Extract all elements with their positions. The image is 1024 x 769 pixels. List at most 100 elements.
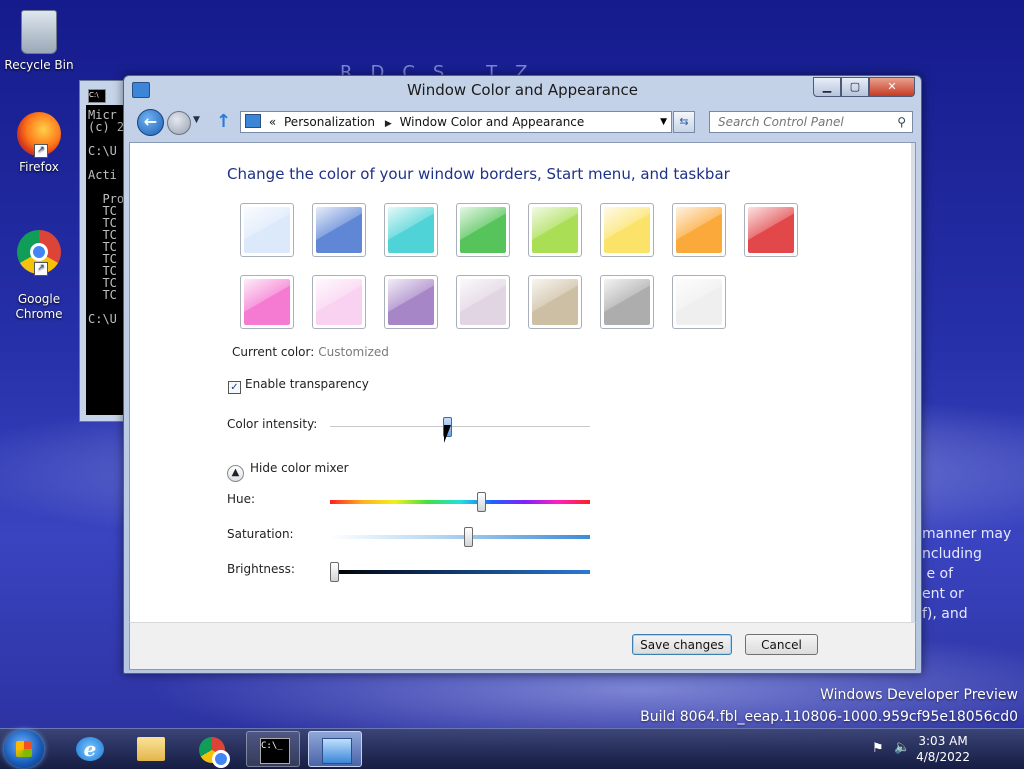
arrow-left-icon: ← [143, 112, 158, 131]
color-swatch-fill [676, 279, 722, 325]
back-button[interactable]: ← [137, 109, 164, 136]
window-title: Window Color and Appearance [407, 81, 638, 99]
color-swatch-lime[interactable] [528, 203, 582, 257]
color-swatch-sky[interactable] [240, 203, 294, 257]
saturation-slider-thumb[interactable] [463, 527, 473, 547]
checkbox-check-icon[interactable]: ✓ [228, 381, 241, 394]
chevron-down-icon[interactable]: ▼ [660, 112, 667, 132]
saturation-label: Saturation: [227, 527, 294, 541]
color-swatch-twilight[interactable] [312, 203, 366, 257]
forward-button[interactable] [167, 111, 191, 135]
recycle-bin-icon [17, 10, 61, 54]
hue-slider[interactable] [330, 492, 590, 512]
color-swatch-chocolate[interactable] [600, 275, 654, 329]
color-swatch-fill [748, 207, 794, 253]
color-swatch-fill [388, 279, 434, 325]
color-swatch-taupe[interactable] [528, 275, 582, 329]
search-box[interactable]: ⚲ [709, 111, 913, 133]
cancel-button[interactable]: Cancel [745, 634, 818, 655]
scrollbar[interactable] [911, 143, 915, 623]
control-panel-icon [322, 738, 352, 764]
color-swatch-fill [532, 279, 578, 325]
search-icon[interactable]: ⚲ [897, 112, 906, 132]
up-button[interactable]: ↑ [216, 111, 231, 132]
color-swatch-fill [676, 207, 722, 253]
clock-date: 4/8/2022 [916, 750, 970, 764]
breadcrumb-current[interactable]: Window Color and Appearance [400, 112, 585, 132]
page-heading: Change the color of your window borders,… [227, 165, 730, 183]
color-swatch-fill [244, 207, 290, 253]
color-swatch-fill [532, 207, 578, 253]
color-swatch-lavender[interactable] [456, 275, 510, 329]
arrow-up-icon: ↑ [216, 111, 232, 132]
color-swatch-fill [316, 279, 362, 325]
speaker-icon[interactable]: 🔈 [894, 740, 910, 755]
taskbar: e C:\_ ⚑ 🔈 3:03 AM 4/8/2022 [0, 728, 1024, 769]
color-swatch-violet[interactable] [384, 275, 438, 329]
action-center-flag-icon[interactable]: ⚑ [872, 741, 884, 756]
color-swatch-pumpkin[interactable] [672, 203, 726, 257]
brightness-slider-thumb[interactable] [330, 562, 339, 582]
color-swatch-fill [388, 207, 434, 253]
taskbar-chrome[interactable] [185, 731, 239, 768]
breadcrumb-overflow[interactable]: « [269, 112, 276, 132]
color-swatch-ruby[interactable] [744, 203, 798, 257]
saturation-slider[interactable] [330, 527, 590, 547]
maximize-button[interactable]: ▢ [841, 77, 869, 97]
dialog-footer: Save changes Cancel [129, 622, 916, 670]
desktop-icon-label: Firefox [19, 160, 59, 174]
color-swatch-fill [604, 207, 650, 253]
color-swatch-fill [316, 207, 362, 253]
caption-buttons: ▁ ▢ ✕ [813, 77, 915, 97]
desktop-icon-recycle-bin[interactable]: Recycle Bin [2, 10, 76, 72]
window-color-appearance[interactable]: Window Color and Appearance ▁ ▢ ✕ ← ▼ ↑ … [123, 75, 922, 674]
color-swatch-sea[interactable] [384, 203, 438, 257]
shortcut-arrow-icon: ↗ [34, 262, 48, 276]
chevron-up-icon[interactable]: ▲ [227, 465, 244, 482]
close-button[interactable]: ✕ [869, 77, 915, 97]
minimize-button[interactable]: ▁ [813, 77, 841, 97]
build-watermark: Windows Developer Preview Build 8064.fbl… [640, 684, 1018, 728]
color-swatch-fill [460, 279, 506, 325]
intensity-label: Color intensity: [227, 417, 318, 431]
refresh-button[interactable]: ⇆ [673, 111, 695, 133]
system-tray: ⚑ 🔈 3:03 AM 4/8/2022 [864, 729, 1024, 769]
desktop-icon-label: Recycle Bin [4, 58, 74, 72]
intensity-slider[interactable] [330, 417, 590, 437]
save-changes-button[interactable]: Save changes [632, 634, 732, 655]
hide-color-mixer-toggle[interactable]: ▲ Hide color mixer [227, 461, 349, 482]
chrome-icon: ↗ [17, 230, 61, 276]
color-swatch-lemon[interactable] [600, 203, 654, 257]
control-panel-icon [245, 114, 261, 128]
firefox-icon: ↗ [17, 112, 61, 158]
taskbar-control-panel[interactable] [308, 731, 362, 767]
color-swatch-leaf[interactable] [456, 203, 510, 257]
desktop-icon-firefox[interactable]: ↗ Firefox [2, 112, 76, 174]
address-bar[interactable]: « Personalization ▶ Window Color and App… [240, 111, 672, 133]
taskbar-internet-explorer[interactable]: e [63, 731, 117, 767]
internet-explorer-icon: e [76, 737, 104, 761]
search-input[interactable] [716, 114, 890, 130]
breadcrumb-personalization[interactable]: Personalization [284, 112, 375, 132]
current-color-value: Customized [318, 345, 389, 359]
desktop-icon-label: Google Chrome [15, 292, 63, 321]
navigation-bar: ← ▼ ↑ « Personalization ▶ Window Color a… [134, 109, 913, 136]
transparency-checkbox[interactable]: ✓ Enable transparency [228, 377, 369, 394]
start-button[interactable] [4, 730, 44, 768]
watermark-line-1: Windows Developer Preview [820, 687, 1018, 703]
chevron-right-icon[interactable]: ▶ [385, 114, 392, 134]
color-swatch-fill [244, 279, 290, 325]
content-pane: Change the color of your window borders,… [129, 142, 916, 624]
color-swatch-fuchsia[interactable] [240, 275, 294, 329]
mixer-toggle-label: Hide color mixer [250, 461, 349, 475]
taskbar-command-prompt[interactable]: C:\_ [246, 731, 300, 767]
hue-slider-thumb[interactable] [476, 492, 486, 512]
color-swatch-frost[interactable] [672, 275, 726, 329]
color-swatch-blush[interactable] [312, 275, 366, 329]
clock[interactable]: 3:03 AM 4/8/2022 [916, 733, 970, 765]
taskbar-explorer[interactable] [124, 731, 178, 767]
desktop-icon-chrome[interactable]: ↗ Google Chrome [2, 216, 76, 336]
recent-pages-dropdown[interactable]: ▼ [193, 115, 200, 125]
color-swatch-fill [604, 279, 650, 325]
brightness-slider[interactable] [330, 562, 590, 582]
